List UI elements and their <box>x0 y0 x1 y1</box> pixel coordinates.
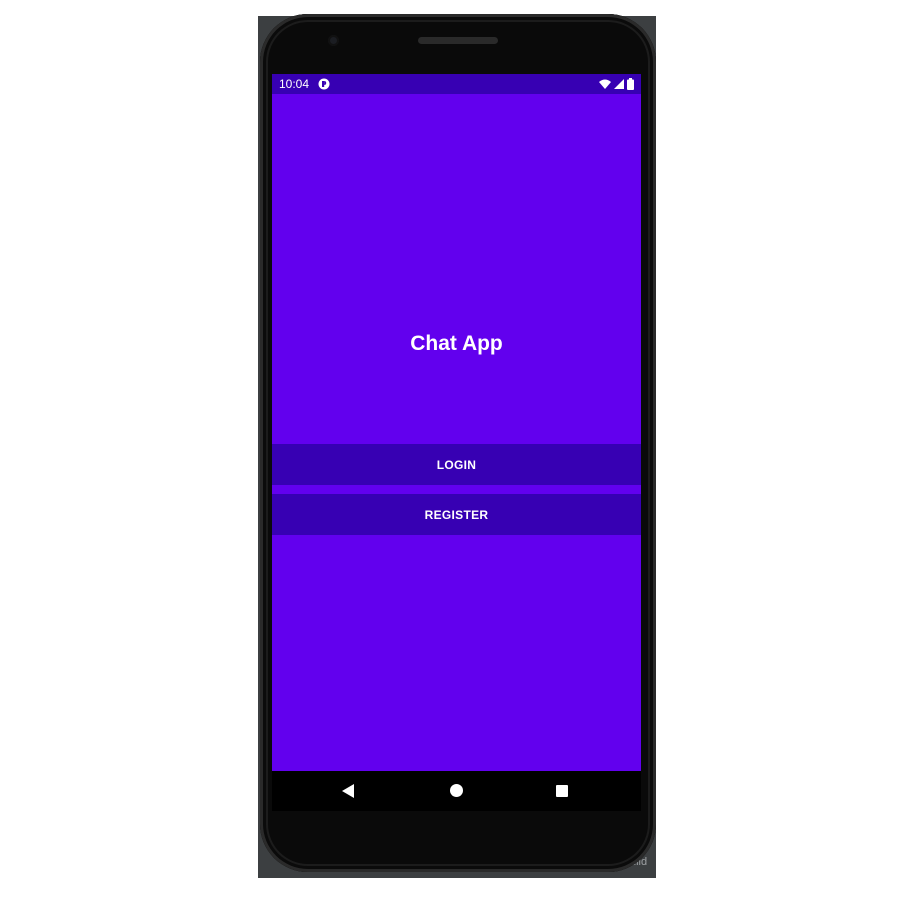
login-button-label: LOGIN <box>436 457 477 472</box>
front-camera <box>328 35 339 46</box>
earpiece-speaker <box>418 37 498 44</box>
home-icon[interactable] <box>450 784 463 797</box>
app-title: Chat App <box>410 332 503 355</box>
app-notification-icon <box>318 78 330 90</box>
signal-icon <box>614 78 624 89</box>
login-button[interactable]: LOGIN <box>272 444 641 485</box>
register-button-label: REGISTER <box>424 507 489 522</box>
navigation-bar <box>272 771 641 811</box>
status-icons <box>599 77 634 91</box>
back-icon[interactable] <box>342 784 354 798</box>
recents-icon[interactable] <box>556 785 568 797</box>
app-screen: 10:04 Chat App LOGIN REGISTER <box>272 74 641 771</box>
register-button[interactable]: REGISTER <box>272 494 641 535</box>
wifi-icon <box>599 79 611 89</box>
status-time: 10:04 <box>279 77 310 91</box>
battery-icon <box>627 78 634 90</box>
status-bar: 10:04 <box>272 74 641 94</box>
